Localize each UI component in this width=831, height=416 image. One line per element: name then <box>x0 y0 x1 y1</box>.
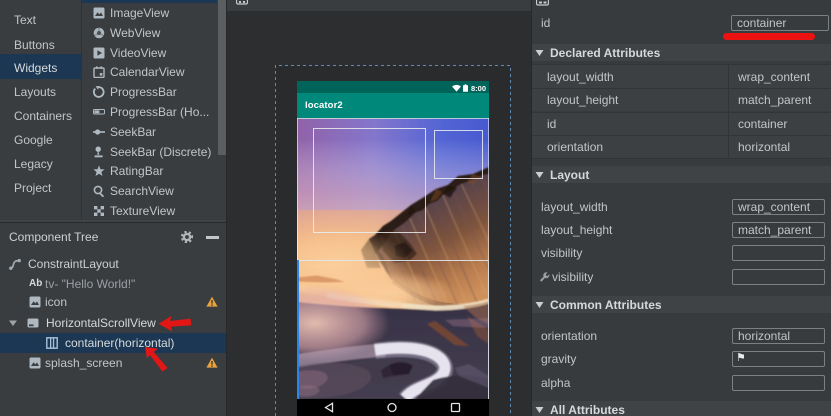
svg-text:8:00: 8:00 <box>471 84 486 92</box>
